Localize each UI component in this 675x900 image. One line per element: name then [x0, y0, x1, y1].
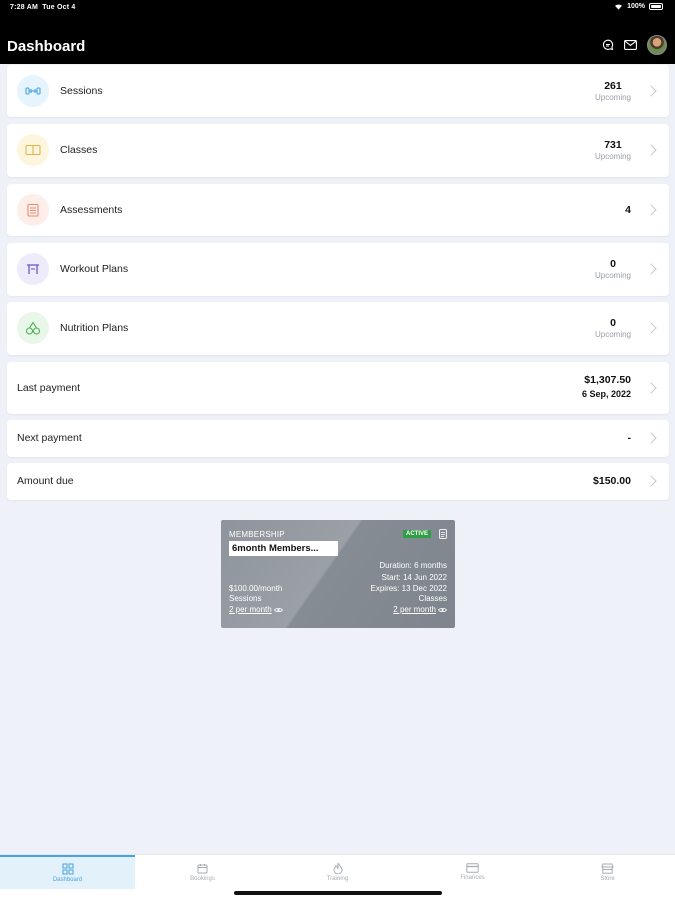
mail-icon[interactable] — [624, 40, 637, 50]
row-sub: Upcoming — [594, 330, 631, 339]
row-count: 261 — [604, 80, 622, 92]
next-payment-row[interactable]: Next payment - — [7, 420, 669, 457]
tab-label: Store — [600, 875, 615, 882]
sessions-label: Sessions — [229, 594, 262, 603]
last-payment-label: Last payment — [17, 382, 81, 394]
row-count: 0 — [610, 258, 616, 270]
chevron-right-icon — [645, 204, 657, 216]
row-value: 261 Upcoming — [595, 80, 631, 102]
tab-label: Finances — [460, 875, 485, 881]
tab-store[interactable]: Store — [540, 855, 675, 889]
row-value: 0 Upcoming — [595, 317, 631, 339]
assessments-row[interactable]: Assessments 4 — [7, 184, 669, 236]
status-badge: ACTIVE — [402, 530, 431, 538]
tab-dashboard[interactable]: Dashboard — [0, 855, 135, 889]
row-sub: Upcoming — [594, 271, 631, 280]
status-clock: 7:28 AM — [10, 4, 38, 11]
tab-label: Bookings — [190, 875, 215, 882]
tab-label: Training — [326, 876, 349, 882]
tab-bookings[interactable]: Bookings — [135, 855, 270, 889]
store-icon — [601, 863, 614, 874]
row-label: Nutrition Plans — [60, 322, 129, 334]
chevron-right-icon — [645, 475, 657, 487]
next-payment-value: - — [627, 432, 632, 444]
board-icon — [17, 134, 49, 166]
row-count: 0 — [610, 317, 616, 329]
top-bar: 7:28 AM Tue Oct 4 100% Dashboard — [0, 0, 675, 64]
last-payment-date: 6 Sep, 2022 — [581, 389, 631, 399]
status-date: Tue Oct 4 — [42, 4, 76, 11]
flame-icon — [332, 862, 343, 874]
amount-due-row[interactable]: Amount due $150.00 — [7, 463, 669, 500]
membership-expires: Expires: 13 Dec 2022 — [370, 584, 448, 593]
sessions-allowance-link[interactable]: 2 per month — [229, 605, 283, 614]
card-icon — [466, 863, 479, 873]
battery-percent: 100% — [627, 3, 645, 10]
classes-allowance: 2 per month — [393, 605, 436, 614]
row-label: Workout Plans — [60, 263, 129, 275]
cherries-icon — [17, 312, 49, 344]
kettlebell-icon — [17, 253, 49, 285]
sessions-row[interactable]: Sessions 261 Upcoming — [7, 65, 669, 117]
dumbbell-icon — [17, 75, 49, 107]
status-time: 7:28 AM Tue Oct 4 — [10, 4, 75, 11]
row-value: 0 Upcoming — [595, 258, 631, 280]
row-value: 4 — [625, 204, 631, 216]
row-label: Assessments — [60, 204, 123, 216]
chat-icon[interactable] — [602, 39, 614, 51]
dashboard-icon — [62, 863, 73, 875]
eye-icon — [273, 607, 283, 612]
avatar[interactable] — [647, 35, 667, 55]
sessions-allowance: 2 per month — [229, 605, 272, 614]
page-title: Dashboard — [7, 38, 86, 55]
tab-label: Dashboard — [52, 877, 83, 883]
classes-allowance-link[interactable]: 2 per month — [393, 605, 447, 614]
chevron-right-icon — [645, 382, 657, 394]
workout-plans-row[interactable]: Workout Plans 0 Upcoming — [7, 243, 669, 296]
calendar-icon — [197, 863, 208, 873]
row-sub: Upcoming — [594, 93, 631, 102]
membership-price: $100.00/month — [229, 584, 283, 593]
home-indicator[interactable] — [234, 891, 442, 895]
amount-due-label: Amount due — [17, 475, 74, 487]
document-icon[interactable] — [439, 529, 447, 539]
membership-name: 6month Members... — [229, 541, 338, 556]
membership-card[interactable]: MEMBERSHIP ACTIVE 6month Members... Dura… — [221, 520, 455, 628]
classes-row[interactable]: Classes 731 Upcoming — [7, 124, 669, 177]
last-payment-amount: $1,307.50 — [584, 374, 631, 386]
tab-finances[interactable]: Finances — [405, 855, 540, 889]
next-payment-label: Next payment — [17, 432, 82, 444]
tab-training[interactable]: Training — [270, 855, 405, 889]
clipboard-icon — [17, 194, 49, 226]
chevron-right-icon — [645, 432, 657, 444]
row-label: Classes — [60, 144, 98, 156]
status-right: 100% — [614, 3, 663, 10]
membership-info: Duration: 6 months Start: 14 Jun 2022 Ex… — [371, 560, 448, 595]
wifi-icon — [615, 4, 623, 10]
membership-duration: Duration: 6 months — [379, 561, 447, 570]
eye-icon — [438, 607, 447, 612]
chevron-right-icon — [645, 85, 657, 97]
membership-label: MEMBERSHIP — [229, 530, 285, 539]
row-count: 4 — [625, 204, 631, 216]
chevron-right-icon — [645, 322, 657, 334]
chevron-right-icon — [645, 263, 657, 275]
last-payment-value: $1,307.50 6 Sep, 2022 — [582, 374, 631, 399]
row-sub: Upcoming — [594, 152, 631, 161]
row-label: Sessions — [60, 85, 103, 97]
header-actions — [602, 35, 667, 55]
classes-label: Classes — [418, 594, 447, 603]
battery-icon — [649, 3, 663, 10]
row-value: 731 Upcoming — [595, 139, 631, 161]
membership-start: Start: 14 Jun 2022 — [381, 572, 447, 582]
row-count: 731 — [604, 139, 622, 151]
amount-due-value: $150.00 — [593, 475, 631, 487]
last-payment-row[interactable]: Last payment $1,307.50 6 Sep, 2022 — [7, 362, 669, 414]
chevron-right-icon — [645, 144, 657, 156]
nutrition-plans-row[interactable]: Nutrition Plans 0 Upcoming — [7, 302, 669, 355]
